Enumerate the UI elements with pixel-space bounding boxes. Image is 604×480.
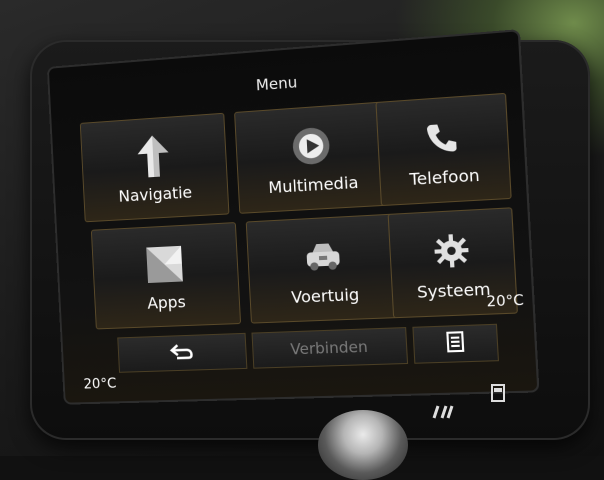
- navigation-arrow-icon: [135, 132, 172, 180]
- tile-apps[interactable]: Apps: [90, 222, 242, 330]
- back-arrow-icon: [168, 342, 194, 365]
- infotainment-screen: Menu Navigatie Multimedia Telefoon Apps …: [46, 29, 540, 405]
- tile-label: Apps: [146, 291, 187, 313]
- temperature-right: 20°C: [486, 292, 525, 311]
- volume-knob[interactable]: [318, 410, 408, 480]
- apps-icon: [144, 240, 185, 287]
- connect-button[interactable]: Verbinden: [251, 327, 409, 369]
- bottom-bar: Verbinden: [117, 323, 499, 373]
- car-icon: [300, 232, 347, 281]
- tile-voertuig[interactable]: Voertuig: [245, 213, 404, 324]
- gear-icon: [431, 226, 472, 275]
- list-button[interactable]: [412, 323, 499, 364]
- screen-toggle-icon[interactable]: [490, 384, 506, 405]
- tile-navigatie[interactable]: Navigatie: [79, 112, 230, 223]
- tile-label: Systeem: [416, 278, 492, 302]
- tile-telefoon[interactable]: Telefoon: [375, 92, 512, 207]
- tile-label: Multimedia: [267, 172, 359, 197]
- hazard-icon[interactable]: [430, 404, 456, 423]
- tile-label: Voertuig: [290, 284, 360, 307]
- phone-icon: [423, 112, 461, 162]
- multimedia-play-icon: [290, 121, 333, 170]
- tile-label: Navigatie: [118, 182, 193, 206]
- connect-label: Verbinden: [289, 337, 369, 359]
- tile-label: Telefoon: [408, 164, 481, 189]
- temperature-left: 20°C: [83, 375, 117, 393]
- back-button[interactable]: [117, 332, 248, 373]
- list-icon: [446, 331, 464, 356]
- tile-multimedia[interactable]: Multimedia: [234, 101, 392, 214]
